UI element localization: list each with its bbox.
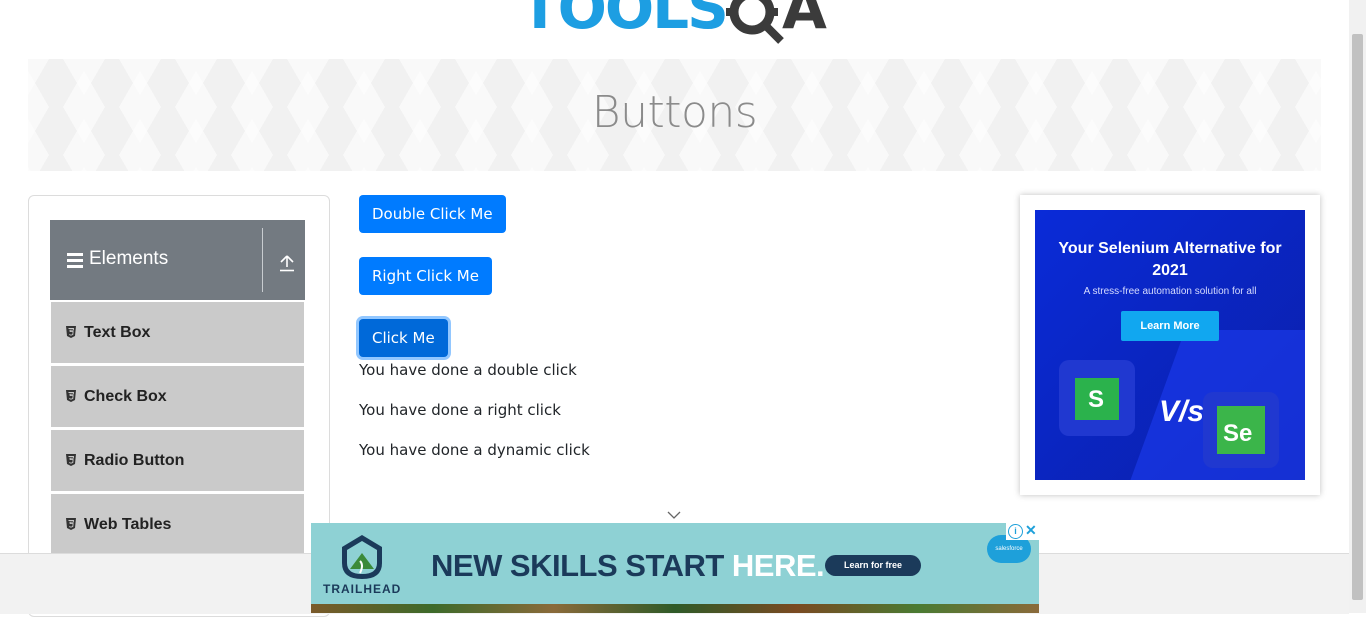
headline-light: HERE. <box>731 548 825 583</box>
double-click-message: You have done a double click <box>359 361 577 379</box>
sidebar-item-web-tables[interactable]: Web Tables <box>51 494 304 555</box>
katalon-logo-icon: S <box>1059 360 1135 436</box>
trailhead-brand: TRAILHEAD <box>323 582 402 596</box>
logo-a-letter: A <box>782 0 827 42</box>
katalon-logo-letter: S <box>1088 386 1105 413</box>
collapse-upload-icon[interactable] <box>279 254 295 272</box>
gear-search-icon <box>726 0 784 44</box>
sidebar-item-label: Text Box <box>84 324 151 341</box>
ad-learn-more-button[interactable]: Learn More <box>1121 311 1219 341</box>
sidebar-item-label: Web Tables <box>84 516 172 533</box>
selenium-logo-icon: Se <box>1203 392 1279 468</box>
ad-choices[interactable]: i ✕ <box>1006 523 1039 540</box>
html5-icon <box>66 454 76 466</box>
dynamic-click-button[interactable]: Click Me <box>359 319 448 357</box>
learn-for-free-button[interactable]: Learn for free <box>825 555 921 576</box>
header-divider <box>262 228 263 292</box>
sidebar-item-check-box[interactable]: Check Box <box>51 366 304 427</box>
sidebar-group-elements[interactable]: Elements <box>50 220 305 300</box>
page-title: Buttons <box>591 87 758 138</box>
logo-text: TOOLS <box>520 0 729 42</box>
trailhead-logo-icon <box>342 535 382 579</box>
scrollbar-thumb[interactable] <box>1352 34 1363 600</box>
ad-headline: Your Selenium Alternative for 2021 <box>1058 240 1282 279</box>
sidebar-item-radio-button[interactable]: Radio Button <box>51 430 304 491</box>
selenium-logo-text: Se <box>1223 420 1253 447</box>
sidebar-group-title: Elements <box>89 248 169 269</box>
html5-icon <box>66 326 76 338</box>
double-click-button[interactable]: Double Click Me <box>359 195 506 233</box>
trailhead-headline: NEW SKILLS START HERE. <box>431 548 825 584</box>
close-icon[interactable]: ✕ <box>1025 523 1037 539</box>
ad-info-icon[interactable]: i <box>1008 524 1023 539</box>
right-click-message: You have done a right click <box>359 401 561 419</box>
html5-icon <box>66 518 76 530</box>
html5-icon <box>66 390 76 402</box>
ad-foliage-image <box>311 604 1039 613</box>
dynamic-click-message: You have done a dynamic click <box>359 441 590 459</box>
side-ad-frame: Your Selenium Alternative for 2021 A str… <box>1020 195 1320 495</box>
side-ad[interactable]: Your Selenium Alternative for 2021 A str… <box>1035 210 1305 480</box>
hamburger-icon <box>67 253 83 268</box>
headline-dark: NEW SKILLS START <box>431 548 732 583</box>
right-click-button[interactable]: Right Click Me <box>359 257 492 295</box>
toolsqa-logo[interactable]: TOOLS A <box>520 0 840 48</box>
page-banner: Buttons <box>28 59 1321 171</box>
chevron-down-icon[interactable] <box>667 511 681 520</box>
sidebar-item-label: Check Box <box>84 388 167 405</box>
sidebar-item-text-box[interactable]: Text Box <box>51 302 304 363</box>
ad-vs-text: V/s <box>1159 395 1205 428</box>
ad-subline: A stress-free automation solution for al… <box>1083 286 1257 297</box>
trailhead-ad-banner[interactable]: TRAILHEAD NEW SKILLS START HERE. Learn f… <box>311 523 1039 613</box>
sidebar-item-label: Radio Button <box>84 452 185 469</box>
